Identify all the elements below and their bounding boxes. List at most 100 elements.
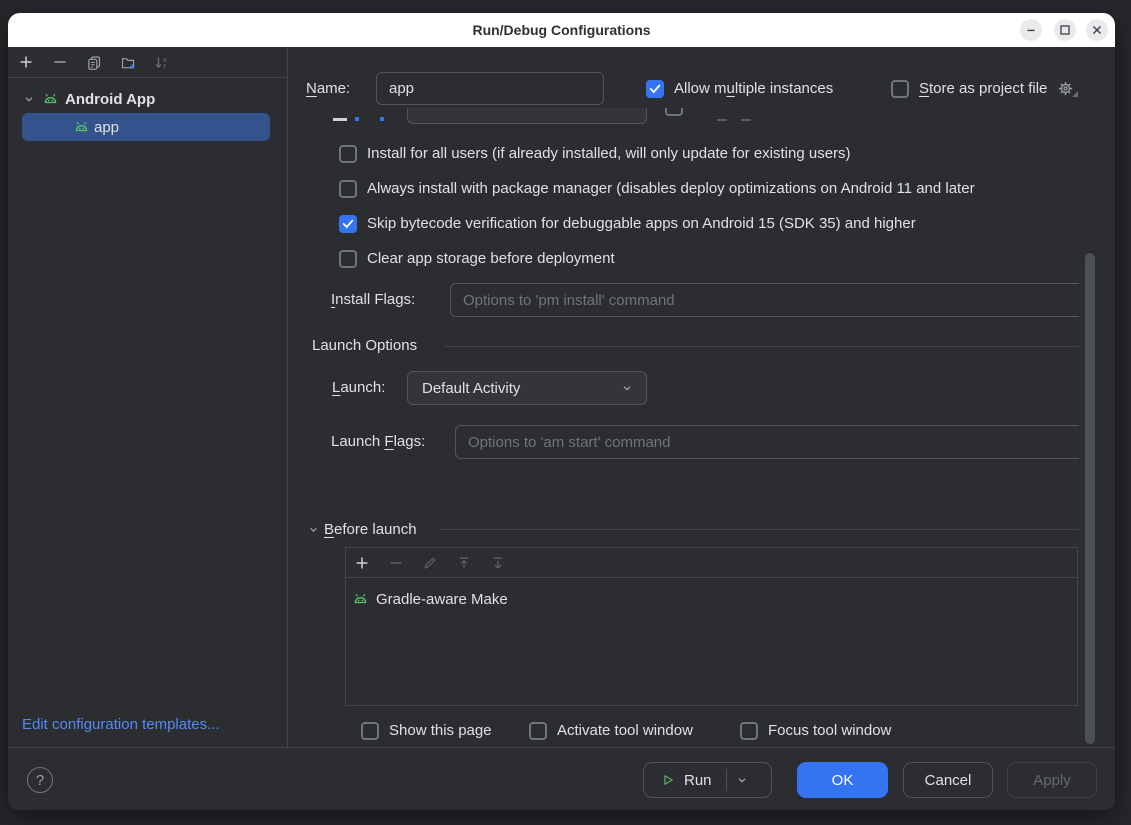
ok-button[interactable]: OK bbox=[797, 762, 888, 798]
tree-item-android-app[interactable]: Android App bbox=[22, 88, 155, 110]
tree-item-label: app bbox=[94, 119, 119, 136]
apply-button-label: Apply bbox=[1033, 772, 1071, 789]
checkbox-label: Focus tool window bbox=[768, 722, 891, 739]
run-debug-configurations-dialog: Run/Debug Configurations az Android App bbox=[8, 13, 1115, 810]
run-play-icon bbox=[661, 773, 675, 787]
install-for-all-users-checkbox[interactable]: Install for all users (if already instal… bbox=[339, 143, 851, 164]
show-this-page-checkbox[interactable]: Show this page bbox=[361, 720, 492, 741]
run-button-label: Run bbox=[684, 772, 712, 789]
checkbox-checked-icon[interactable] bbox=[339, 215, 357, 233]
section-divider bbox=[445, 346, 1079, 347]
edit-task-icon[interactable] bbox=[422, 555, 438, 571]
allow-multiple-instances-label: Allow multiple instances bbox=[674, 80, 833, 97]
apply-button[interactable]: Apply bbox=[1007, 762, 1097, 798]
form-scroll-viewport: Install for all users (if already instal… bbox=[288, 108, 1079, 747]
move-task-down-icon[interactable] bbox=[490, 555, 506, 571]
clipped-text-fragment bbox=[717, 119, 727, 121]
minimize-button[interactable] bbox=[1020, 19, 1042, 41]
skip-bytecode-verification-checkbox[interactable]: Skip bytecode verification for debuggabl… bbox=[339, 213, 916, 234]
svg-text:z: z bbox=[163, 63, 166, 70]
clipped-text-fragment bbox=[741, 119, 751, 121]
sort-configurations-icon[interactable]: az bbox=[154, 54, 170, 70]
before-launch-toolbar bbox=[346, 548, 1077, 578]
cancel-button[interactable]: Cancel bbox=[903, 762, 993, 798]
checkbox-unchecked-icon[interactable] bbox=[891, 80, 909, 98]
vertical-scrollbar[interactable] bbox=[1085, 253, 1095, 744]
launch-flags-input[interactable] bbox=[455, 425, 1079, 459]
launch-select[interactable]: Default Activity bbox=[407, 371, 647, 405]
store-settings-gear-icon[interactable] bbox=[1057, 80, 1074, 97]
tree-item-app-selected[interactable]: app bbox=[22, 113, 270, 141]
checkbox-label: Skip bytecode verification for debuggabl… bbox=[367, 215, 916, 232]
tree-group-label: Android App bbox=[65, 91, 155, 108]
checkbox-label: Activate tool window bbox=[557, 722, 693, 739]
edit-configuration-templates-link[interactable]: Edit configuration templates... bbox=[22, 716, 220, 733]
chevron-down-icon[interactable] bbox=[22, 92, 36, 106]
checkbox-label: Always install with package manager (dis… bbox=[367, 180, 975, 197]
maximize-button[interactable] bbox=[1054, 19, 1076, 41]
ok-button-label: OK bbox=[832, 772, 854, 789]
run-split-button[interactable]: Run bbox=[643, 762, 772, 798]
footer-divider bbox=[8, 747, 1115, 748]
cancel-button-label: Cancel bbox=[925, 772, 972, 789]
clipped-icon-fragment bbox=[355, 117, 359, 121]
help-button[interactable]: ? bbox=[27, 767, 53, 793]
checkbox-unchecked-icon[interactable] bbox=[339, 180, 357, 198]
allow-multiple-instances-checkbox[interactable]: Allow multiple instances bbox=[646, 72, 833, 105]
clipped-dropdown[interactable] bbox=[407, 108, 647, 124]
android-icon bbox=[73, 119, 90, 136]
remove-configuration-icon[interactable] bbox=[52, 54, 68, 70]
add-task-icon[interactable] bbox=[354, 555, 370, 571]
clear-app-storage-checkbox[interactable]: Clear app storage before deployment bbox=[339, 248, 615, 269]
section-divider bbox=[440, 529, 1079, 530]
before-launch-panel: Gradle-aware Make bbox=[345, 547, 1078, 706]
checkbox-checked-icon[interactable] bbox=[646, 80, 664, 98]
name-label: Name: bbox=[306, 72, 350, 105]
launch-options-heading: Launch Options bbox=[312, 336, 417, 356]
chevron-down-icon bbox=[620, 381, 634, 395]
checkbox-label: Install for all users (if already instal… bbox=[367, 145, 851, 162]
install-flags-input[interactable] bbox=[450, 283, 1079, 317]
titlebar: Run/Debug Configurations bbox=[8, 13, 1115, 47]
name-input[interactable] bbox=[376, 72, 604, 105]
install-flags-label: Install Flags: bbox=[331, 283, 415, 317]
checkbox-unchecked-icon[interactable] bbox=[339, 145, 357, 163]
checkbox-unchecked-icon[interactable] bbox=[361, 722, 379, 740]
before-launch-task-row[interactable]: Gradle-aware Make bbox=[352, 589, 1077, 609]
always-install-package-manager-checkbox[interactable]: Always install with package manager (dis… bbox=[339, 178, 975, 199]
run-options-chevron-icon[interactable] bbox=[735, 773, 749, 787]
checkbox-label: Show this page bbox=[389, 722, 492, 739]
launch-select-value: Default Activity bbox=[422, 380, 520, 397]
before-launch-title: Before launch bbox=[324, 521, 417, 538]
copy-configuration-icon[interactable] bbox=[86, 54, 102, 70]
checkbox-unchecked-icon[interactable] bbox=[339, 250, 357, 268]
before-launch-heading[interactable]: Before launch bbox=[307, 519, 417, 539]
maximize-icon bbox=[1059, 24, 1071, 36]
checkbox-unchecked-icon[interactable] bbox=[740, 722, 758, 740]
close-button[interactable] bbox=[1086, 19, 1108, 41]
remove-task-icon[interactable] bbox=[388, 555, 404, 571]
checkbox-label: Clear app storage before deployment bbox=[367, 250, 615, 267]
store-as-project-file-label: Store as project file bbox=[919, 80, 1047, 97]
add-configuration-icon[interactable] bbox=[18, 54, 34, 70]
clipped-label-fragment bbox=[333, 118, 347, 121]
android-icon bbox=[42, 91, 59, 108]
configurations-toolbar: az bbox=[8, 47, 287, 78]
chevron-down-icon[interactable] bbox=[307, 523, 320, 536]
new-folder-icon[interactable] bbox=[120, 54, 136, 70]
clipped-checkbox[interactable] bbox=[665, 108, 683, 116]
minimize-icon bbox=[1025, 24, 1037, 36]
before-launch-task-label: Gradle-aware Make bbox=[376, 591, 508, 608]
run-button-divider bbox=[726, 769, 727, 791]
question-mark-icon: ? bbox=[36, 772, 44, 789]
clipped-icon-fragment bbox=[380, 117, 384, 121]
move-task-up-icon[interactable] bbox=[456, 555, 472, 571]
focus-tool-window-checkbox[interactable]: Focus tool window bbox=[740, 720, 891, 741]
android-icon bbox=[352, 591, 369, 608]
launch-label: Launch: bbox=[332, 371, 385, 405]
activate-tool-window-checkbox[interactable]: Activate tool window bbox=[529, 720, 693, 741]
window-title: Run/Debug Configurations bbox=[8, 13, 1115, 47]
launch-flags-label: Launch Flags: bbox=[331, 425, 425, 459]
checkbox-unchecked-icon[interactable] bbox=[529, 722, 547, 740]
store-as-project-file-checkbox[interactable]: Store as project file bbox=[891, 72, 1074, 105]
